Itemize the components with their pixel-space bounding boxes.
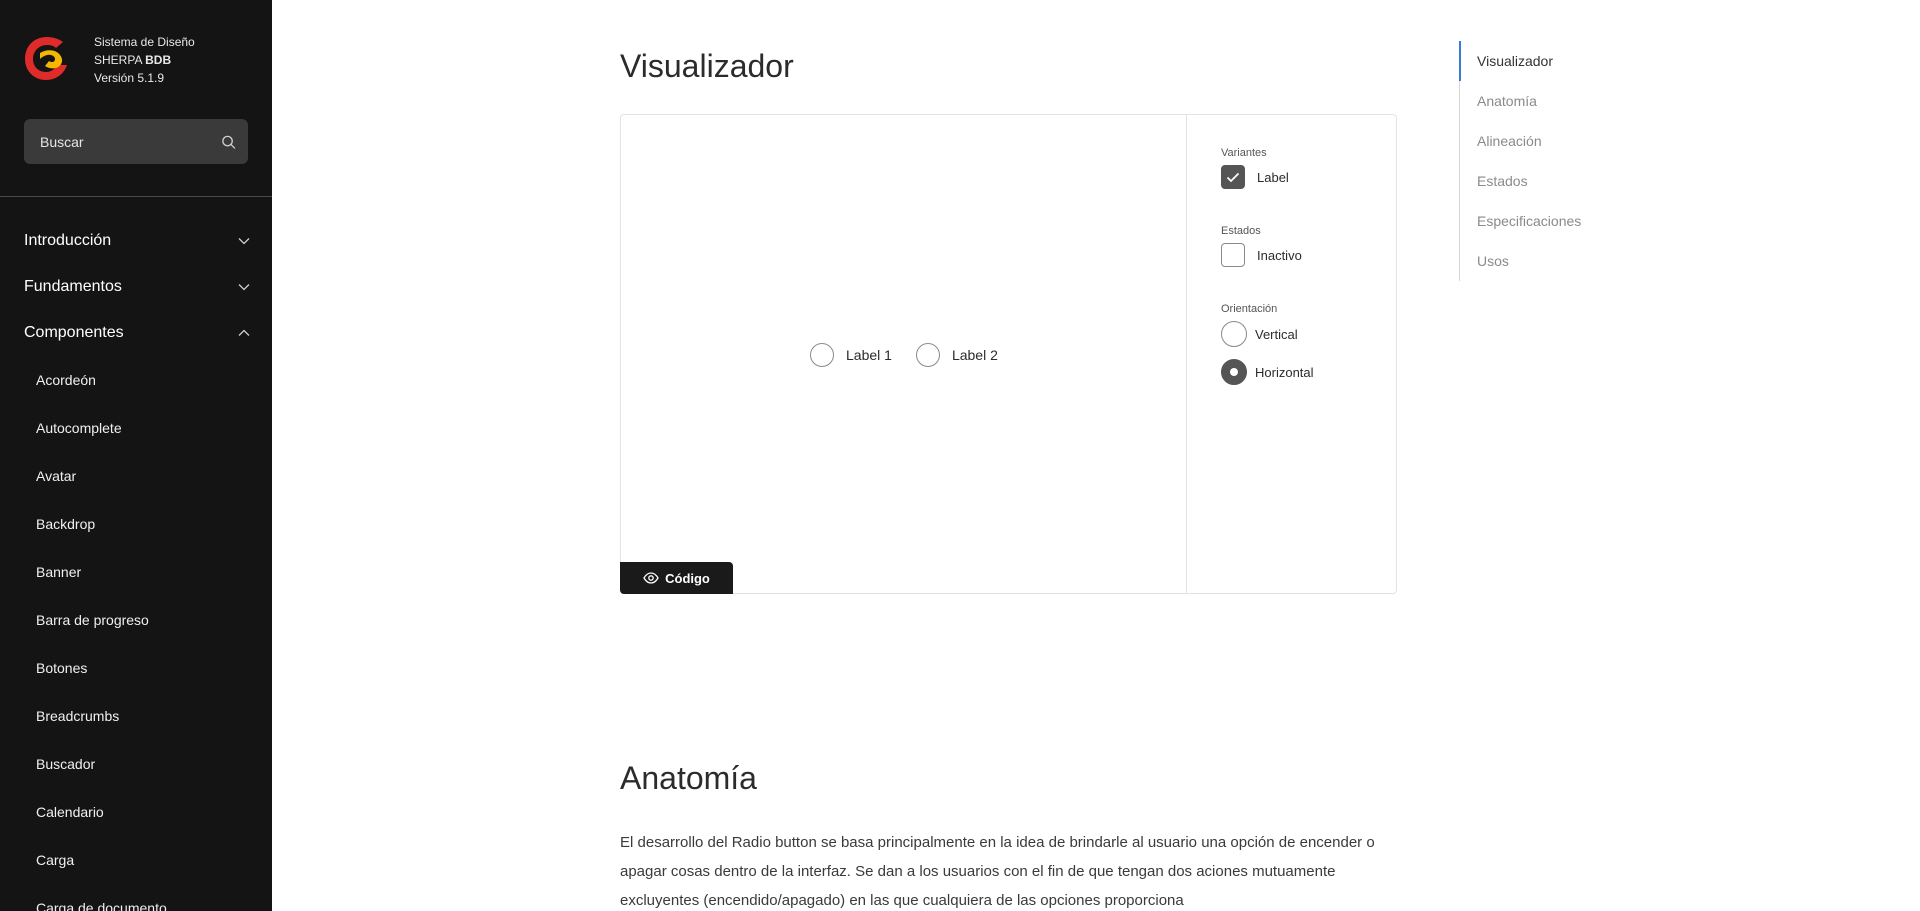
orientation-horizontal-radio[interactable]: Horizontal	[1221, 359, 1391, 385]
checkbox[interactable]	[1221, 243, 1245, 267]
orientation-label: Orientación	[1221, 303, 1278, 315]
checkbox-label: Inactivo	[1257, 247, 1302, 263]
checkbox[interactable]	[1221, 165, 1245, 189]
state-inactivo-checkbox[interactable]: Inactivo	[1221, 243, 1391, 267]
toc-active-indicator	[1459, 41, 1461, 81]
sidebar-item-acordeon[interactable]: Acordeón	[0, 356, 272, 404]
brand-line1: Sistema de Diseño	[94, 35, 195, 49]
sidebar-item-calendario[interactable]: Calendario	[0, 788, 272, 836]
section-title-anatomia: Anatomía	[620, 760, 757, 796]
chevron-up-icon	[238, 329, 250, 336]
brand-name: SHERPA	[94, 53, 146, 67]
radio-label: Label 2	[951, 347, 998, 363]
radio-label: Vertical	[1255, 326, 1298, 342]
preview-radio-2[interactable]: Label 2	[915, 343, 998, 367]
states-label: Estados	[1221, 225, 1261, 237]
toc-item-estados[interactable]: Estados	[1460, 161, 1659, 201]
preview-radio-1[interactable]: Label 1	[810, 343, 892, 367]
sidebar-item-avatar[interactable]: Avatar	[0, 452, 272, 500]
sidebar-item-banner[interactable]: Banner	[0, 548, 272, 596]
table-of-contents: Visualizador Anatomía Alineación Estados…	[1459, 41, 1659, 281]
sidebar-item-barra-de-progreso[interactable]: Barra de progreso	[0, 596, 272, 644]
radio-circle[interactable]	[1221, 321, 1247, 347]
sidebar-item-buscador[interactable]: Buscador	[0, 740, 272, 788]
sidebar-item-botones[interactable]: Botones	[0, 644, 272, 692]
sidebar-item-carga-de-documento[interactable]: Carga de documento	[0, 884, 272, 911]
page-title: Visualizador	[620, 48, 794, 84]
radio-label: Label 1	[846, 347, 892, 363]
brand-version: Versión 5.1.9	[94, 71, 165, 85]
sidebar-item-backdrop[interactable]: Backdrop	[0, 500, 272, 548]
brand[interactable]: Sistema de Diseño SHERPA BDB Versión 5.1…	[22, 33, 195, 87]
check-icon	[1226, 172, 1240, 182]
preview-radio-group: Label 1 Label 2	[810, 343, 1022, 367]
nav-group-componentes[interactable]: Componentes	[0, 310, 272, 356]
chevron-down-icon	[238, 284, 250, 291]
checkbox-label: Label	[1257, 169, 1289, 185]
brand-line2: SHERPA BDB	[94, 51, 195, 69]
components-list: Acordeón Autocomplete Avatar Backdrop Ba…	[0, 356, 272, 911]
component-viewer: Label 1 Label 2 Código Variantes Label E…	[620, 114, 1397, 594]
search-icon[interactable]	[221, 134, 236, 150]
preview-canvas: Label 1 Label 2 Código	[620, 115, 1187, 594]
variants-label: Variantes	[1221, 147, 1267, 159]
search-input[interactable]	[40, 133, 221, 150]
sherpa-logo-icon	[25, 37, 67, 80]
toc-item-especificaciones[interactable]: Especificaciones	[1460, 201, 1659, 241]
sidebar-item-carga[interactable]: Carga	[0, 836, 272, 884]
eye-icon	[643, 572, 659, 584]
nav-group-fundamentos[interactable]: Fundamentos	[0, 264, 272, 310]
radio-circle[interactable]	[1221, 359, 1247, 385]
toc-item-anatomia[interactable]: Anatomía	[1460, 81, 1659, 121]
radio-dot	[1230, 368, 1238, 376]
variant-label-checkbox[interactable]: Label	[1221, 165, 1391, 189]
nav-group-introduccion[interactable]: Introducción	[0, 218, 272, 264]
sidebar: Sistema de Diseño SHERPA BDB Versión 5.1…	[0, 0, 272, 911]
sidebar-divider	[0, 196, 272, 197]
controls-panel: Variantes Label Estados Inactivo Orienta…	[1221, 147, 1391, 397]
section-body-text: El desarrollo del Radio button se basa p…	[620, 834, 1375, 909]
brand-name-bold: BDB	[145, 53, 172, 67]
radio-circle[interactable]	[810, 343, 834, 367]
nav-group-label: Componentes	[24, 324, 124, 341]
nav-group-label: Fundamentos	[24, 278, 122, 295]
sidebar-nav: Introducción Fundamentos Componentes Aco…	[0, 218, 272, 911]
sidebar-item-breadcrumbs[interactable]: Breadcrumbs	[0, 692, 272, 740]
orientation-vertical-radio[interactable]: Vertical	[1221, 321, 1391, 347]
code-button-label: Código	[665, 570, 710, 586]
nav-group-label: Introducción	[24, 232, 112, 249]
code-button[interactable]: Código	[620, 562, 733, 594]
radio-label: Horizontal	[1255, 364, 1314, 380]
sidebar-item-autocomplete[interactable]: Autocomplete	[0, 404, 272, 452]
chevron-down-icon	[238, 238, 250, 245]
toc-item-visualizador[interactable]: Visualizador	[1460, 41, 1659, 81]
brand-text: Sistema de Diseño SHERPA BDB Versión 5.1…	[94, 33, 195, 87]
search-box[interactable]	[24, 119, 248, 164]
toc-item-alineacion[interactable]: Alineación	[1460, 121, 1659, 161]
toc-item-usos[interactable]: Usos	[1460, 241, 1659, 281]
radio-circle[interactable]	[915, 343, 940, 367]
